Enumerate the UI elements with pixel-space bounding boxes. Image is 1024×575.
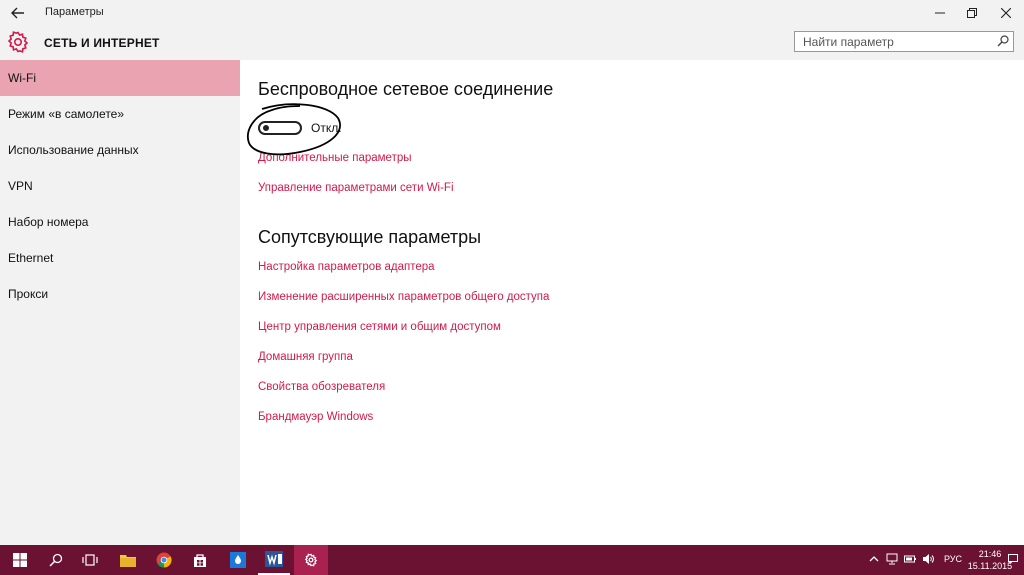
wireless-section-title: Беспроводное сетевое соединение bbox=[258, 79, 554, 99]
windows-firewall-link[interactable]: Брандмауэр Windows bbox=[258, 411, 373, 423]
restore-icon bbox=[967, 7, 977, 18]
close-button[interactable] bbox=[990, 0, 1022, 25]
sidebar-item-proxy[interactable]: Прокси bbox=[0, 276, 240, 312]
taskbar: РУС 21:46 15.11.2015 bbox=[0, 545, 1024, 575]
sidebar-item-wifi[interactable]: Wi-Fi bbox=[0, 60, 240, 96]
wifi-toggle[interactable] bbox=[258, 121, 302, 135]
sidebar-item-ethernet[interactable]: Ethernet bbox=[0, 240, 240, 276]
sidebar-item-data-usage[interactable]: Использование данных bbox=[0, 132, 240, 168]
related-section-title: Сопутсвующие параметры bbox=[258, 227, 482, 247]
app-drop-icon bbox=[230, 552, 246, 568]
search-taskbar-button[interactable] bbox=[40, 545, 72, 575]
clock-time: 21:46 bbox=[978, 549, 1002, 559]
volume-icon[interactable] bbox=[922, 553, 934, 565]
windows-logo-icon bbox=[13, 553, 27, 567]
homegroup-link[interactable]: Домашняя группа bbox=[258, 351, 353, 363]
minimize-icon bbox=[935, 12, 945, 13]
chevron-up-icon[interactable] bbox=[868, 553, 880, 565]
start-button[interactable] bbox=[0, 545, 40, 575]
window-title: Параметры bbox=[45, 6, 104, 18]
chrome-button[interactable] bbox=[148, 545, 180, 575]
close-icon bbox=[1001, 7, 1011, 18]
network-icon[interactable] bbox=[886, 553, 898, 565]
advanced-options-link[interactable]: Дополнительные параметры bbox=[258, 152, 412, 164]
clock-date: 15.11.2015 bbox=[967, 561, 1013, 571]
word-icon bbox=[265, 551, 283, 567]
clock[interactable]: 21:46 15.11.2015 bbox=[966, 548, 1014, 572]
chrome-icon bbox=[156, 552, 172, 568]
task-view-icon bbox=[82, 554, 98, 566]
word-button[interactable] bbox=[258, 545, 290, 575]
manage-wifi-settings-link[interactable]: Управление параметрами сети Wi-Fi bbox=[258, 182, 454, 194]
title-bar: Параметры bbox=[0, 0, 1024, 25]
internet-options-link[interactable]: Свойства обозревателя bbox=[258, 381, 385, 393]
network-center-link[interactable]: Центр управления сетями и общим доступом bbox=[258, 321, 501, 333]
store-bag-icon bbox=[194, 554, 206, 567]
search-icon bbox=[49, 553, 63, 567]
toggle-knob bbox=[263, 125, 269, 131]
sidebar-item-airplane-mode[interactable]: Режим «в самолете» bbox=[0, 96, 240, 132]
search-icon[interactable] bbox=[997, 35, 1009, 47]
task-view-button[interactable] bbox=[74, 545, 106, 575]
sidebar-item-dial-up[interactable]: Набор номера bbox=[0, 204, 240, 240]
toggle-state-label: Откл. bbox=[311, 121, 342, 135]
page-title: СЕТЬ И ИНТЕРНЕТ bbox=[44, 36, 160, 50]
app-button[interactable] bbox=[222, 545, 254, 575]
notification-icon[interactable] bbox=[1008, 554, 1018, 564]
restore-button[interactable] bbox=[956, 0, 988, 25]
battery-icon[interactable] bbox=[904, 553, 916, 565]
sidebar: Wi-Fi Режим «в самолете» Использование д… bbox=[0, 60, 240, 545]
search-box[interactable] bbox=[794, 31, 1014, 52]
adapter-settings-link[interactable]: Настройка параметров адаптера bbox=[258, 261, 435, 273]
minimize-button[interactable] bbox=[924, 0, 956, 25]
folder-icon bbox=[120, 555, 136, 567]
gear-icon bbox=[7, 31, 29, 53]
sidebar-item-vpn[interactable]: VPN bbox=[0, 168, 240, 204]
language-indicator[interactable]: РУС bbox=[944, 554, 962, 564]
search-input[interactable] bbox=[795, 32, 993, 51]
gear-icon bbox=[304, 553, 318, 567]
main-content: Беспроводное сетевое соединение Откл. До… bbox=[240, 60, 1024, 545]
back-arrow-icon bbox=[11, 7, 24, 18]
sharing-settings-link[interactable]: Изменение расширенных параметров общего … bbox=[258, 291, 549, 303]
file-explorer-button[interactable] bbox=[112, 545, 144, 575]
back-button[interactable] bbox=[0, 0, 36, 25]
settings-taskbar-button[interactable] bbox=[294, 545, 328, 575]
store-button[interactable] bbox=[184, 545, 216, 575]
